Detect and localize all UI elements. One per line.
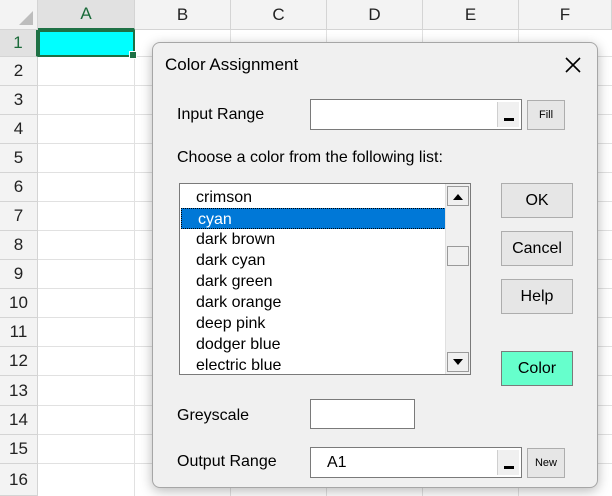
row-header-3[interactable]: 3 <box>0 86 38 115</box>
column-header-c[interactable]: C <box>231 0 327 30</box>
list-scrollbar[interactable] <box>445 184 470 374</box>
row-header-15[interactable]: 15 <box>0 435 38 464</box>
list-item[interactable]: dark brown <box>180 229 445 250</box>
scroll-down-icon[interactable] <box>447 352 469 372</box>
color-list-prompt: Choose a color from the following list: <box>177 149 443 166</box>
row-header-9[interactable]: 9 <box>0 260 38 289</box>
column-header-a[interactable]: A <box>38 0 135 30</box>
row-header-16[interactable]: 16 <box>0 464 38 496</box>
color-button[interactable]: Color <box>501 351 573 386</box>
list-item[interactable]: electric blue <box>180 355 445 374</box>
list-item[interactable]: dark orange <box>180 292 445 313</box>
column-header-e[interactable]: E <box>423 0 519 30</box>
input-range-collapse-button[interactable] <box>497 102 519 127</box>
scroll-up-icon[interactable] <box>447 186 469 206</box>
cell-a1[interactable] <box>38 30 137 59</box>
column-header-b[interactable]: B <box>135 0 231 30</box>
column-header-d[interactable]: D <box>327 0 423 30</box>
row-header-6[interactable]: 6 <box>0 173 38 202</box>
row-header-10[interactable]: 10 <box>0 289 38 318</box>
list-item-selected[interactable]: cyan <box>181 208 446 229</box>
fill-handle[interactable] <box>129 51 137 59</box>
row-header-12[interactable]: 12 <box>0 347 38 376</box>
output-range-field[interactable]: A1 <box>310 447 522 478</box>
list-item[interactable]: dark green <box>180 271 445 292</box>
row-header-1[interactable]: 1 <box>0 30 38 57</box>
close-icon[interactable] <box>561 53 585 77</box>
row-header-7[interactable]: 7 <box>0 202 38 231</box>
row-header-13[interactable]: 13 <box>0 376 38 406</box>
greyscale-label: Greyscale <box>177 407 250 424</box>
output-range-value: A1 <box>327 453 347 471</box>
row-header-5[interactable]: 5 <box>0 144 38 173</box>
cancel-button[interactable]: Cancel <box>501 231 573 266</box>
row-header-4[interactable]: 4 <box>0 115 38 144</box>
new-button[interactable]: New <box>527 448 565 478</box>
list-item[interactable]: deep pink <box>180 313 445 334</box>
color-assignment-dialog: Color Assignment Input Range Fill Choose… <box>152 42 598 488</box>
dialog-title: Color Assignment <box>165 55 299 74</box>
column-header-f[interactable]: F <box>519 0 612 30</box>
ok-button[interactable]: OK <box>501 183 573 218</box>
row-header-8[interactable]: 8 <box>0 231 38 260</box>
help-button[interactable]: Help <box>501 279 573 314</box>
row-header-14[interactable]: 14 <box>0 406 38 435</box>
list-item[interactable]: dark cyan <box>180 250 445 271</box>
color-listbox[interactable]: crimson cyan dark brown dark cyan dark g… <box>179 183 471 375</box>
select-all-corner[interactable] <box>0 0 38 30</box>
list-item[interactable]: dodger blue <box>180 334 445 355</box>
row-header-11[interactable]: 11 <box>0 318 38 347</box>
input-range-label: Input Range <box>177 106 265 123</box>
input-range-field[interactable] <box>310 99 522 130</box>
greyscale-field[interactable] <box>310 399 415 429</box>
fill-button[interactable]: Fill <box>527 100 565 130</box>
output-range-label: Output Range <box>177 453 277 470</box>
output-range-collapse-button[interactable] <box>497 450 519 475</box>
list-item[interactable]: crimson <box>180 187 445 208</box>
row-header-2[interactable]: 2 <box>0 57 38 86</box>
gridline <box>134 30 135 496</box>
scroll-thumb[interactable] <box>447 246 469 266</box>
